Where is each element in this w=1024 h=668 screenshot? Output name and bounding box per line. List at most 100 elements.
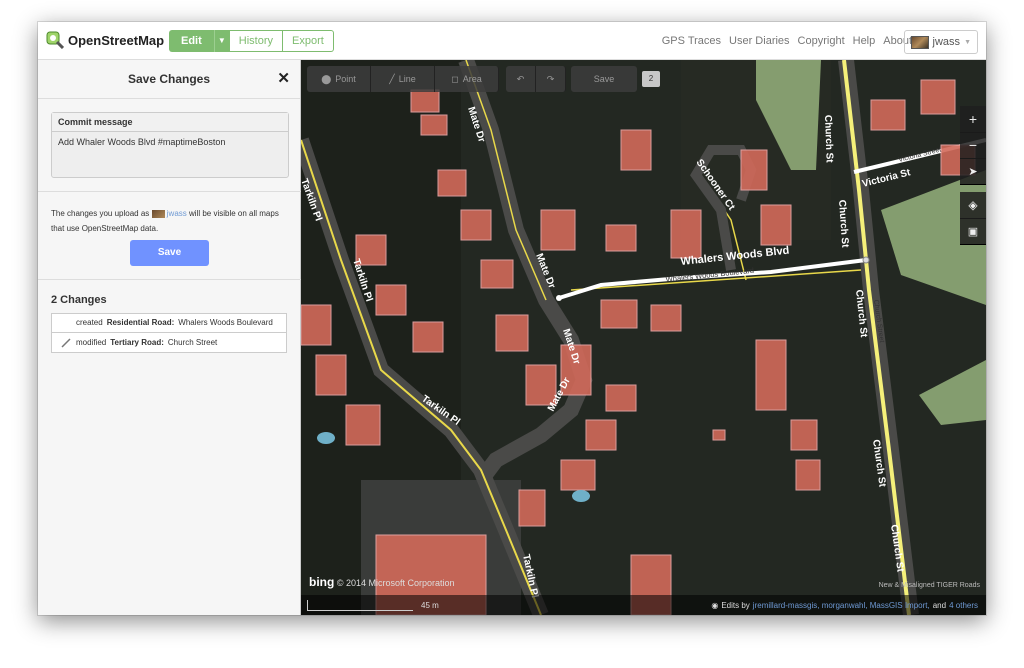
upload-user-link[interactable]: jwass xyxy=(167,209,187,218)
building[interactable] xyxy=(650,304,682,332)
commit-label: Commit message xyxy=(52,113,288,132)
area-button[interactable]: ◻ Area xyxy=(435,66,499,92)
scale-label: 45 m xyxy=(421,601,439,610)
draw-toolbar: ⬤ Point ╱ Line ◻ Area xyxy=(307,66,499,92)
building[interactable] xyxy=(412,321,444,353)
divider xyxy=(38,191,301,192)
export-tab[interactable]: Export xyxy=(283,30,334,52)
sidebar-header: Save Changes ✕ xyxy=(38,60,300,99)
building[interactable] xyxy=(795,459,821,491)
building[interactable] xyxy=(760,204,792,246)
undo-icon[interactable]: ↶ xyxy=(506,66,536,92)
line-button[interactable]: ╱ Line xyxy=(371,66,435,92)
change-item[interactable]: modified Tertiary Road: Church Street xyxy=(51,333,287,353)
building[interactable] xyxy=(605,224,637,252)
pool xyxy=(317,432,335,444)
change-name: Church Street xyxy=(167,337,218,347)
attribution-users[interactable]: jremillard-massgis, morganwahl, MassGIS … xyxy=(753,601,930,610)
point-button[interactable]: ⬤ Point xyxy=(307,66,371,92)
logo-text: OpenStreetMap xyxy=(68,32,165,48)
building[interactable] xyxy=(437,169,467,197)
magnifier-logo-icon xyxy=(46,31,65,50)
change-count-badge: 2 xyxy=(642,71,660,87)
building[interactable] xyxy=(315,354,347,396)
save-sidebar: Save Changes ✕ Commit message Add Whaler… xyxy=(38,60,301,615)
close-icon[interactable]: ✕ xyxy=(277,69,290,87)
building[interactable] xyxy=(480,259,514,289)
osm-logo[interactable]: OpenStreetMap xyxy=(46,31,165,50)
undo-redo-group: ↶ ↷ xyxy=(506,66,566,92)
building[interactable] xyxy=(600,299,638,329)
pool xyxy=(572,490,590,502)
change-item[interactable]: created Residential Road: Whalers Woods … xyxy=(51,313,287,333)
street-label: Church St xyxy=(822,115,835,164)
building[interactable] xyxy=(540,209,576,251)
building[interactable] xyxy=(495,314,529,352)
building[interactable] xyxy=(460,209,492,241)
building[interactable] xyxy=(518,489,546,527)
edit-button[interactable]: Edit xyxy=(169,30,214,52)
change-list: created Residential Road: Whalers Woods … xyxy=(51,313,287,353)
edit-button-group: Edit ▼ History Export xyxy=(169,30,334,52)
nav-user-diaries[interactable]: User Diaries xyxy=(729,35,790,47)
building[interactable] xyxy=(920,79,956,115)
building[interactable] xyxy=(605,384,637,412)
building[interactable] xyxy=(670,209,702,259)
user-avatar-icon xyxy=(151,209,165,218)
bing-logo: bing xyxy=(309,575,335,589)
building[interactable] xyxy=(712,429,726,441)
map-canvas[interactable]: Mate Dr Mate Dr Mate Dr Mate Dr Tarkiln … xyxy=(301,60,986,615)
caret-down-icon[interactable]: ▼ xyxy=(213,30,229,52)
area-icon: ◻ xyxy=(451,73,459,84)
info-icon: ◉ xyxy=(711,601,719,610)
top-bar: OpenStreetMap Edit ▼ History Export GPS … xyxy=(38,22,986,60)
area-label: Area xyxy=(462,74,482,84)
building[interactable] xyxy=(620,129,652,171)
line-icon xyxy=(60,337,72,349)
change-type: Tertiary Road: xyxy=(110,337,164,347)
top-nav: GPS Traces User Diaries Copyright Help A… xyxy=(662,35,912,47)
building[interactable] xyxy=(585,419,617,451)
building[interactable] xyxy=(301,304,332,346)
layers-icon[interactable]: ◈ xyxy=(960,192,986,219)
zoom-in-icon[interactable]: + xyxy=(960,106,986,133)
nav-help[interactable]: Help xyxy=(853,35,876,47)
building[interactable] xyxy=(420,114,448,136)
building[interactable] xyxy=(870,99,906,131)
divider xyxy=(38,279,301,280)
building[interactable] xyxy=(740,149,768,191)
geolocate-icon[interactable]: ➤ xyxy=(960,158,986,185)
history-tab[interactable]: History xyxy=(228,30,284,52)
scale-bar xyxy=(307,600,413,611)
change-action: modified xyxy=(76,337,107,347)
satellite-map[interactable]: Mate Dr Mate Dr Mate Dr Mate Dr Tarkiln … xyxy=(301,60,986,615)
building[interactable] xyxy=(375,284,407,316)
line-icon: ╱ xyxy=(389,73,395,84)
sidebar-title: Save Changes xyxy=(127,72,211,86)
map-footer: 45 m ◉ Edits by jremillard-massgis, morg… xyxy=(301,595,986,615)
map-save-button[interactable]: Save xyxy=(571,66,637,92)
building[interactable] xyxy=(560,459,596,491)
user-menu[interactable]: jwass ▼ xyxy=(903,30,978,54)
edit-attribution: ◉ Edits by jremillard-massgis, morganwah… xyxy=(711,601,978,610)
app-window: OpenStreetMap Edit ▼ History Export GPS … xyxy=(38,22,986,615)
nav-gps-traces[interactable]: GPS Traces xyxy=(662,35,721,47)
building[interactable] xyxy=(790,419,818,451)
nav-copyright[interactable]: Copyright xyxy=(798,35,845,47)
avatar xyxy=(910,35,929,49)
chevron-down-icon: ▼ xyxy=(964,38,971,46)
save-button[interactable]: Save xyxy=(130,240,209,266)
commit-textarea[interactable]: Add Whaler Woods Blvd #maptimeBoston xyxy=(52,132,288,152)
building[interactable] xyxy=(345,404,381,446)
map-data-icon[interactable]: ▣ xyxy=(960,218,986,245)
attribution-and: and xyxy=(932,601,947,610)
upload-prefix: The changes you upload as xyxy=(51,209,150,218)
attribution-others[interactable]: 4 others xyxy=(949,601,978,610)
redo-icon[interactable]: ↷ xyxy=(536,66,566,92)
building[interactable] xyxy=(410,89,440,113)
tiger-note: New & Misaligned TIGER Roads xyxy=(878,582,980,589)
commit-message-field[interactable]: Commit message Add Whaler Woods Blvd #ma… xyxy=(51,112,289,178)
zoom-out-icon[interactable]: − xyxy=(960,132,986,159)
bing-attribution: bing © 2014 Microsoft Corporation xyxy=(309,575,455,589)
building[interactable] xyxy=(755,339,787,411)
